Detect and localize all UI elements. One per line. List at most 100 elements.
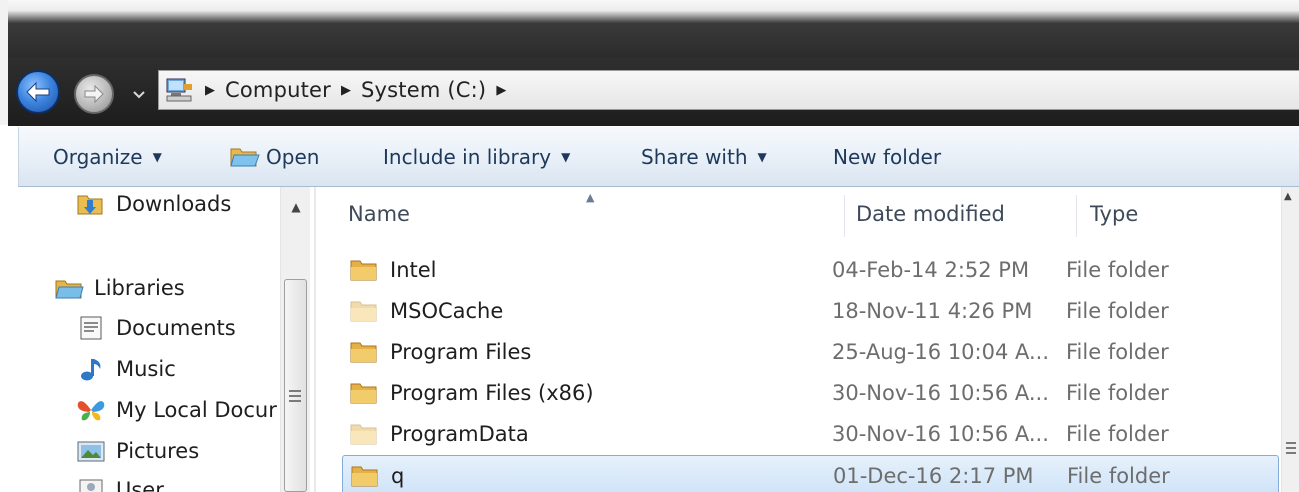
column-header-name[interactable]: Name [348,187,410,241]
table-row[interactable]: MSOCache 18-Nov-11 4:26 PM File folder [342,291,1279,331]
type-cell: File folder [1066,258,1169,282]
scroll-grip-icon [1286,442,1296,457]
folder-icon [350,424,377,445]
column-header-label: Type [1090,202,1139,226]
file-name: Program Files [390,340,532,364]
butterfly-icon [77,401,105,421]
address-bar[interactable]: ▶ Computer ▶ System (C:) ▶ [158,70,1299,110]
scroll-grip-icon [289,390,301,405]
organize-button[interactable]: Organize ▼ [53,127,162,187]
nav-item-user[interactable]: User [76,477,164,492]
chevron-down-icon: ▼ [152,150,162,164]
window-edge [0,0,8,125]
back-arrow-icon [26,81,50,103]
column-header-label: Date modified [856,202,1005,226]
computer-icon [166,78,192,102]
nav-label: Libraries [94,276,185,300]
folder-icon [350,383,377,404]
nav-item-my-local-documents[interactable]: My Local Docur [76,397,277,423]
type-cell: File folder [1067,464,1170,488]
breadcrumb-system-c[interactable]: System (C:) [361,78,486,102]
nav-item-pictures[interactable]: Pictures [76,438,199,464]
file-name: Intel [390,258,437,282]
user-icon [79,479,103,492]
file-name-cell: q [351,456,404,492]
file-name: q [391,464,405,488]
forward-button[interactable] [74,74,114,114]
folder-icon [351,466,378,487]
breadcrumb-separator[interactable]: ▶ [496,83,506,98]
breadcrumb-separator[interactable]: ▶ [341,83,351,98]
music-note-icon [81,359,101,381]
include-in-library-button[interactable]: Include in library ▼ [383,127,570,187]
pictures-icon [77,441,105,462]
breadcrumb-computer[interactable]: Computer [225,78,331,102]
chevron-down-icon: ▼ [757,150,767,164]
column-separator[interactable] [844,195,845,237]
nav-item-libraries[interactable]: Libraries [54,275,185,301]
chevron-down-icon [133,91,145,99]
nav-item-music[interactable]: Music [76,356,176,382]
file-name-cell: ProgramData [350,414,529,454]
date-modified-cell: 18-Nov-11 4:26 PM [832,299,1033,323]
type-cell: File folder [1066,381,1169,405]
share-with-label: Share with [641,145,748,169]
type-cell: File folder [1066,422,1169,446]
navigation-pane: Downloads Libraries Documents Music My L… [18,187,280,492]
table-row[interactable]: ProgramData 30-Nov-16 10:56 A... File fold… [342,414,1279,454]
command-bar: Organize ▼ Open Include in library ▼ Sha… [18,127,1299,187]
scrollbar-thumb[interactable] [284,279,307,492]
recent-pages-dropdown[interactable] [130,86,148,104]
nav-item-downloads[interactable]: Downloads [76,191,231,217]
file-name: ProgramData [390,422,529,446]
back-button[interactable] [16,70,60,114]
file-name-cell: Program Files [350,332,531,372]
libraries-icon [55,280,84,299]
breadcrumb-separator[interactable]: ▶ [205,83,215,98]
column-separator[interactable] [1076,195,1077,237]
file-list-scrollbar[interactable]: ▲ [1281,187,1299,492]
column-header-date-modified[interactable]: Date modified [856,187,1005,241]
share-with-button[interactable]: Share with ▼ [641,127,767,187]
documents-icon [80,316,102,340]
file-name-cell: Intel [350,250,437,290]
open-button[interactable]: Open [230,127,319,187]
include-in-library-label: Include in library [383,145,552,169]
date-modified-cell: 25-Aug-16 10:04 A... [832,340,1050,364]
organize-label: Organize [53,145,143,169]
nav-label: User [116,478,164,492]
new-folder-button[interactable]: New folder [833,127,941,187]
open-folder-icon [230,148,260,167]
nav-label: My Local Docur [116,398,277,422]
type-cell: File folder [1066,299,1169,323]
table-row[interactable]: Intel 04-Feb-14 2:52 PM File folder [342,250,1279,290]
window-title-area [0,0,1299,58]
column-header-type[interactable]: Type [1090,187,1138,241]
forward-arrow-icon [84,84,104,104]
scroll-up-arrow-icon[interactable]: ▲ [1284,191,1292,202]
file-name: MSOCache [390,299,504,323]
folder-icon [350,342,377,363]
new-folder-label: New folder [833,145,942,169]
chevron-down-icon: ▼ [561,150,571,164]
scroll-up-arrow-icon[interactable]: ▲ [281,187,311,227]
date-modified-cell: 30-Nov-16 10:56 A... [832,381,1049,405]
type-cell: File folder [1066,340,1169,364]
file-name-cell: MSOCache [350,291,503,331]
table-row[interactable]: Program Files (x86) 30-Nov-16 10:56 A... F… [342,373,1279,413]
pane-divider[interactable] [314,187,316,492]
folder-icon [350,260,377,281]
file-name-cell: Program Files (x86) [350,373,594,413]
column-header-label: Name [348,202,410,226]
nav-label: Downloads [116,192,232,216]
folder-icon [350,301,377,322]
sort-ascending-icon: ▲ [586,191,595,204]
date-modified-cell: 04-Feb-14 2:52 PM [832,258,1030,282]
navigation-pane-scrollbar[interactable]: ▲ [280,187,310,492]
date-modified-cell: 01-Dec-16 2:17 PM [833,464,1034,488]
table-row[interactable]: q 01-Dec-16 2:17 PM File folder [342,455,1279,492]
explorer-window: ▶ Computer ▶ System (C:) ▶ Organize ▼ Op… [0,0,1299,492]
nav-item-documents[interactable]: Documents [76,315,236,341]
table-row[interactable]: Program Files 25-Aug-16 10:04 A... File fo… [342,332,1279,372]
nav-label: Music [116,357,176,381]
